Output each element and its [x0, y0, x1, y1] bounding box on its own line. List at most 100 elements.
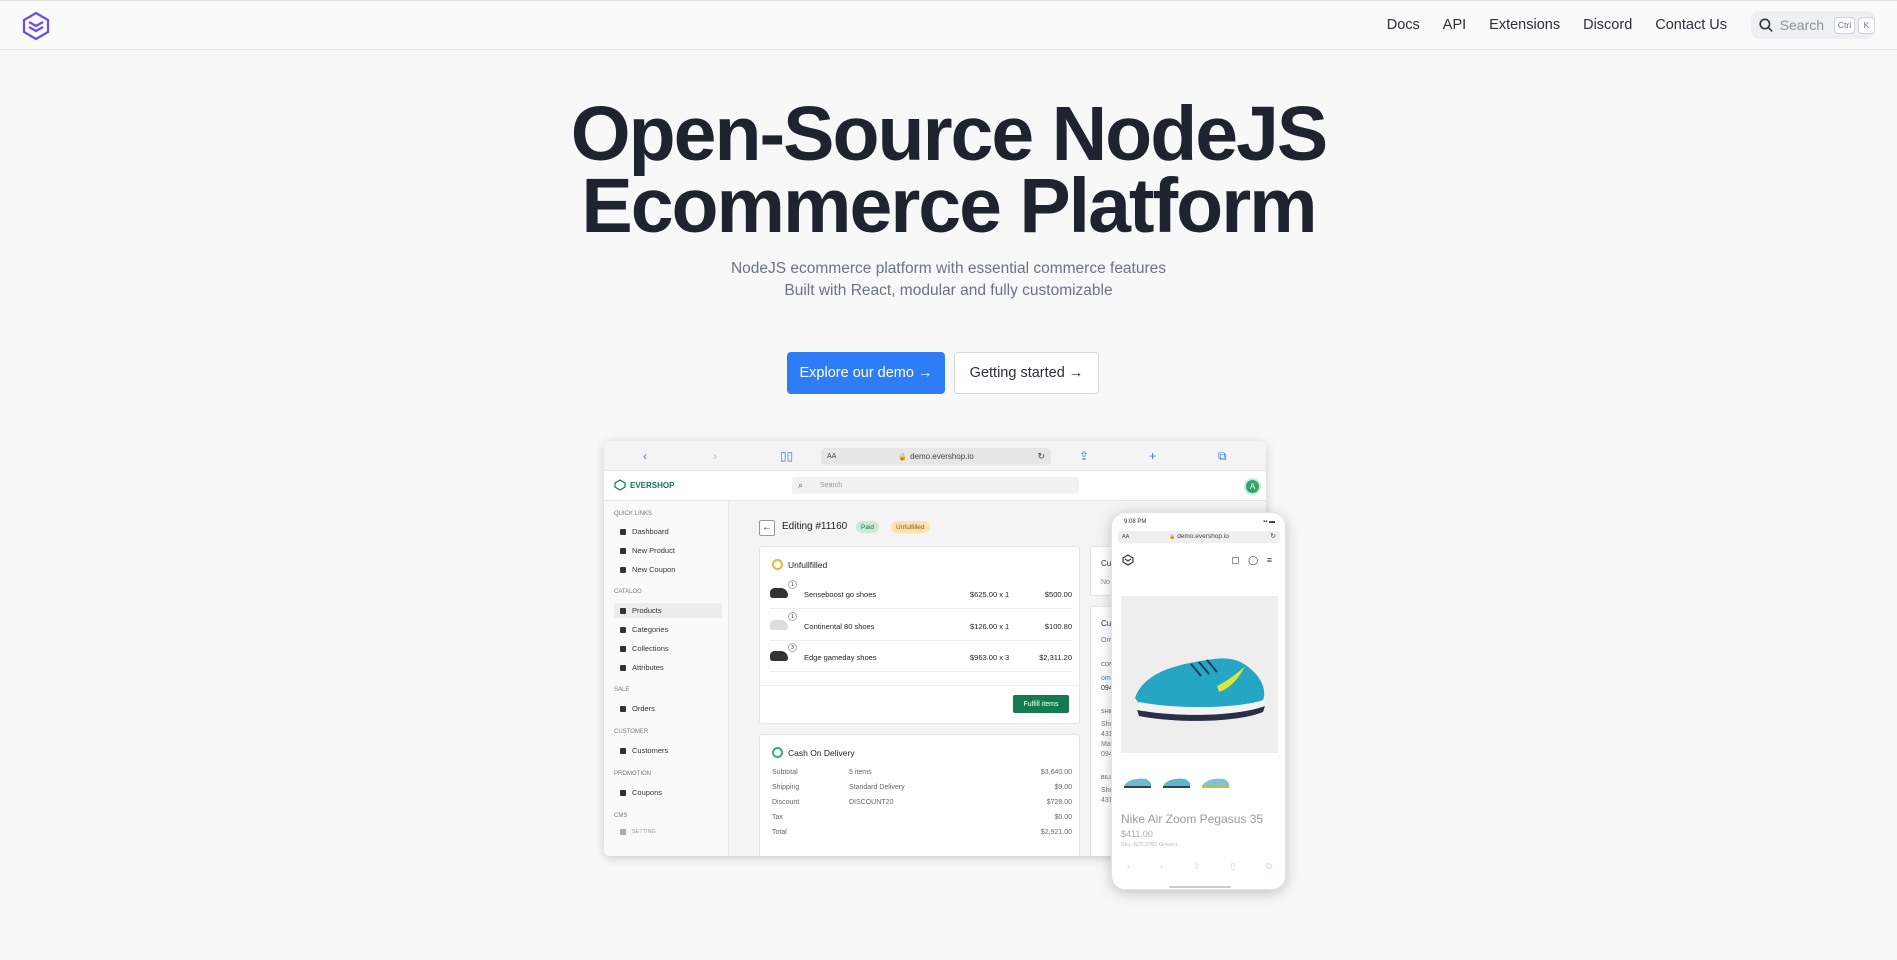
unfulfilled-title-text: Unfullfilled	[788, 559, 828, 570]
nav-extensions-link[interactable]: Extensions	[1489, 17, 1560, 33]
users-icon	[620, 747, 626, 754]
hash-icon	[620, 664, 626, 671]
link-icon	[620, 626, 626, 633]
search-icon	[1759, 18, 1773, 32]
product-image	[1121, 596, 1278, 753]
home-indicator	[1169, 886, 1231, 888]
sidebar-item-label: Products	[632, 606, 662, 615]
forward-arrow-icon: ›	[713, 449, 717, 463]
item-name: Edge gameday shoes	[804, 653, 877, 662]
summary-label: Total	[772, 829, 787, 836]
sidebar-item-categories: Categories	[614, 622, 722, 637]
sidebar-group-catalog: CATALOG	[614, 589, 642, 595]
admin-search-placeholder: Search	[820, 482, 843, 489]
book-icon: ▯▯	[780, 449, 794, 463]
phone-address-text: demo.evershop.io	[1177, 533, 1229, 540]
nav-api-link[interactable]: API	[1443, 17, 1466, 33]
nav-contact-link[interactable]: Contact Us	[1655, 17, 1727, 33]
share-icon: ⇪	[1079, 449, 1090, 463]
reload-icon: ↻	[1270, 533, 1276, 540]
box-icon	[620, 607, 626, 614]
back-icon: ←	[759, 520, 775, 536]
summary-row: Tax $0.00	[772, 814, 1072, 826]
getting-started-button[interactable]: Getting started →	[954, 352, 1099, 394]
admin-search-input: ⌕ Search	[792, 477, 1079, 494]
tabs-icon: ⧉	[1218, 449, 1227, 463]
nav-discord-link[interactable]: Discord	[1583, 17, 1632, 33]
text-size-label: AA	[827, 453, 837, 460]
lock-icon: 🔒	[1169, 534, 1176, 540]
summary-row: Discount DISCOUNT20 $728.00	[772, 799, 1072, 811]
running-shoe-icon	[1135, 658, 1265, 721]
admin-brand: EVERSHOP	[614, 479, 674, 491]
explore-demo-button[interactable]: Explore our demo →	[787, 352, 945, 394]
battery-icon: ▪▪ ▬	[1263, 519, 1275, 525]
sidebar-item-setting: SETTING	[614, 824, 722, 839]
admin-search-icon: ⌕	[798, 480, 804, 490]
summary-row: Total $2,921.00	[772, 829, 1072, 841]
share-icon: ⇪	[1193, 861, 1201, 871]
gear-icon	[620, 828, 626, 835]
divider	[760, 685, 1081, 686]
kbd-k: K	[1858, 16, 1875, 34]
back-arrow-icon: ‹	[1127, 861, 1130, 871]
item-total: $500.00	[1044, 590, 1072, 599]
tag-icon	[620, 645, 626, 652]
hero-title-line2: Ecommerce Platform	[581, 163, 1317, 249]
sidebar-group-promotion: PROMOTION	[614, 771, 651, 777]
unfulfilled-badge-text: Unfulfilled	[896, 523, 925, 531]
paid-status-icon	[772, 747, 783, 758]
phone-store-header: ▢ ◯ ≡	[1112, 549, 1285, 571]
evershop-brand-icon	[614, 479, 626, 491]
fulfill-items-button: Fulfill items	[1013, 695, 1069, 713]
sidebar-item-customers: Customers	[614, 743, 722, 758]
order-item-row: 3 Edge gameday shoes $963.00 x 3 $2,311.…	[770, 643, 1072, 672]
nav-docs-link[interactable]: Docs	[1387, 17, 1420, 33]
plus-icon: +	[1149, 449, 1157, 463]
hero-title: Open-Source NodeJS Ecommerce Platform	[0, 96, 1897, 249]
order-title: Editing #11160	[782, 521, 848, 532]
sidebar-item-attributes: Attributes	[614, 660, 722, 675]
phone-address-bar: AA 🔒 demo.evershop.io ↻	[1118, 531, 1280, 543]
summary-label: Discount	[772, 799, 800, 806]
product-thumbnails	[1122, 773, 1231, 791]
sidebar-item-label: Attributes	[632, 663, 664, 672]
thumbnail-3-icon	[1202, 778, 1230, 788]
product-price: $411.00	[1121, 829, 1153, 839]
summary-row: Shipping Standard Delivery $9.00	[772, 784, 1072, 796]
qty-badge: 1	[788, 612, 797, 621]
summary-value: $9.00	[1054, 784, 1072, 791]
shoe-thumbnail	[770, 588, 788, 598]
sidebar-item-label: New Product	[632, 546, 675, 555]
sidebar-item-label: Orders	[632, 704, 655, 713]
address-bar: AA 🔒 demo.evershop.io ↻	[821, 448, 1051, 465]
sidebar-item-new-product: New Product	[614, 543, 722, 558]
item-name: Senseboost go shoes	[804, 590, 877, 599]
hero-subtitle-line1: NodeJS ecommerce platform with essential…	[730, 260, 1167, 277]
search-placeholder: Search	[1779, 17, 1825, 33]
phone-screenshot: 9:08 PM ▪▪ ▬ AA 🔒 demo.evershop.io ↻ ▢ ◯…	[1111, 512, 1286, 890]
search-button[interactable]: Search Ctrl K	[1751, 11, 1875, 39]
payment-title-text: Cash On Delivery	[788, 747, 855, 758]
sidebar-item-coupons: Coupons	[614, 785, 722, 800]
payment-card-title: Cash On Delivery	[772, 747, 855, 758]
paid-badge-text: Paid	[861, 523, 875, 531]
unfulfilled-badge: Unfulfilled	[891, 521, 930, 533]
sidebar-item-label: Coupons	[632, 788, 663, 797]
summary-value: $3,640.00	[1040, 769, 1072, 776]
sidebar-item-orders: Orders	[614, 701, 722, 716]
payment-card: Cash On Delivery Subtotal 5 items $3,640.0…	[759, 734, 1080, 856]
sidebar-item-label: Categories	[632, 625, 669, 634]
box-icon	[620, 547, 626, 554]
unfulfilled-card: Unfullfilled 1 Senseboost go shoes $625.…	[759, 546, 1081, 724]
shoe-thumbnail	[770, 651, 788, 661]
evershop-logo-icon[interactable]	[22, 11, 50, 41]
home-icon	[620, 528, 626, 535]
browser-toolbar: ‹ › ▯▯ AA 🔒 demo.evershop.io ↻ ⇪ + ⧉	[604, 441, 1266, 471]
hero-subtitle-line2: Built with React, modular and fully cust…	[784, 282, 1113, 299]
avatar: A	[1244, 478, 1261, 495]
sidebar-item-label: Customers	[632, 746, 669, 755]
sidebar-group-cms: CMS	[614, 813, 628, 819]
summary-detail: Standard Delivery	[849, 784, 905, 791]
nav-links: Docs API Extensions Discord Contact Us S…	[1364, 1, 1875, 49]
